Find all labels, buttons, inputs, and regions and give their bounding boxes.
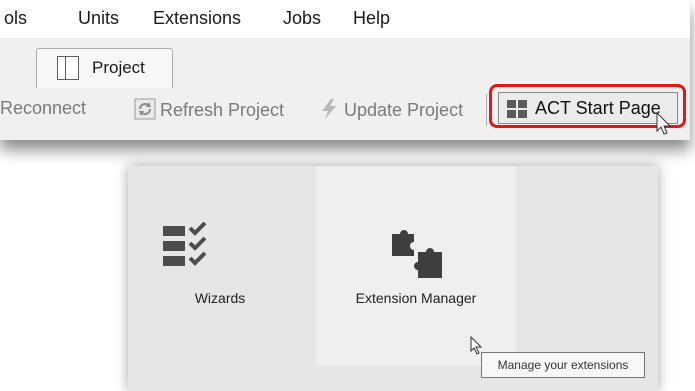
wizards-checklist-icon bbox=[163, 222, 207, 266]
refresh-project-button[interactable]: Refresh Project bbox=[134, 98, 284, 121]
reconnect-label: Reconnect bbox=[0, 98, 87, 118]
menu-item-units[interactable]: Units bbox=[78, 8, 119, 29]
lightning-icon bbox=[322, 99, 336, 119]
mouse-pointer-icon bbox=[656, 112, 672, 135]
extension-manager-card[interactable]: Extension Manager bbox=[316, 166, 516, 366]
tab-project[interactable]: Project bbox=[36, 48, 173, 89]
menu-item-extensions[interactable]: Extensions bbox=[153, 8, 241, 29]
refresh-icon bbox=[134, 98, 156, 120]
tab-strip: Project bbox=[0, 38, 690, 89]
wizards-card[interactable]: Wizards bbox=[128, 166, 312, 366]
menu-item-jobs[interactable]: Jobs bbox=[283, 8, 321, 29]
menu-item-tools[interactable]: ols bbox=[4, 8, 27, 29]
project-layout-icon bbox=[57, 56, 79, 80]
tooltip: Manage your extensions bbox=[481, 352, 645, 378]
tab-project-label: Project bbox=[92, 58, 145, 77]
puzzle-pieces-icon bbox=[392, 230, 442, 278]
menu-item-help[interactable]: Help bbox=[353, 8, 390, 29]
update-project-label: Update Project bbox=[344, 100, 464, 120]
toolbar-separator bbox=[486, 94, 487, 126]
menu-bar: ols Units Extensions Jobs Help bbox=[0, 0, 690, 38]
reconnect-button[interactable]: Reconnect bbox=[0, 98, 86, 119]
update-project-button[interactable]: Update Project bbox=[318, 98, 463, 121]
wizards-label: Wizards bbox=[194, 290, 246, 306]
extension-manager-label: Extension Manager bbox=[355, 290, 477, 306]
refresh-project-label: Refresh Project bbox=[160, 100, 285, 120]
